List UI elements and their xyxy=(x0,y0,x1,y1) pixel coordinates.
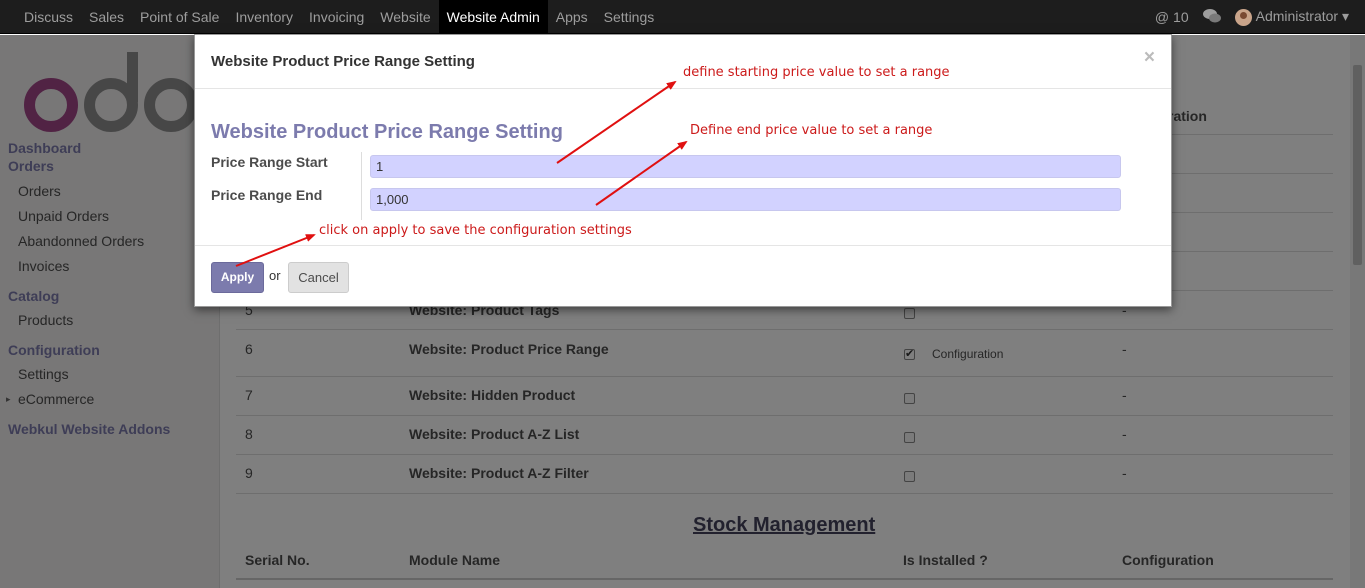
menu-apps[interactable]: Apps xyxy=(548,0,596,34)
menu-inventory[interactable]: Inventory xyxy=(227,0,301,34)
price-range-start-label: Price Range Start xyxy=(211,154,328,170)
annotation-apply-note: click on apply to save the configuration… xyxy=(319,223,632,238)
chat-icon[interactable] xyxy=(1202,8,1221,26)
menu-invoicing[interactable]: Invoicing xyxy=(301,0,372,34)
menu-website[interactable]: Website xyxy=(372,0,438,34)
user-menu[interactable]: Administrator ▾ xyxy=(1234,8,1349,26)
caret-down-icon: ▾ xyxy=(1341,8,1349,25)
cancel-button[interactable]: Cancel xyxy=(288,262,349,293)
annotation-start-note: define starting price value to set a ran… xyxy=(683,65,950,80)
notifications-count: 10 xyxy=(1173,9,1189,25)
main-menu: Discuss Sales Point of Sale Inventory In… xyxy=(16,0,662,34)
annotation-end-note: Define end price value to set a range xyxy=(690,123,933,138)
notifications-button[interactable]: @ 10 xyxy=(1155,9,1189,25)
form-divider xyxy=(361,152,362,220)
apply-button[interactable]: Apply xyxy=(211,262,264,293)
or-text: or xyxy=(269,268,281,283)
topbar-right: @ 10 Administrator ▾ xyxy=(1155,0,1349,34)
form-title: Website Product Price Range Setting xyxy=(211,121,563,143)
price-range-end-label: Price Range End xyxy=(211,187,323,203)
menu-settings[interactable]: Settings xyxy=(596,0,663,34)
modal-title: Website Product Price Range Setting xyxy=(211,53,475,70)
at-icon: @ xyxy=(1154,9,1170,25)
menu-point-of-sale[interactable]: Point of Sale xyxy=(132,0,227,34)
top-navbar: Discuss Sales Point of Sale Inventory In… xyxy=(0,0,1365,34)
price-range-start-input[interactable]: 1 xyxy=(370,155,1121,178)
user-name: Administrator xyxy=(1255,8,1339,25)
close-icon[interactable]: × xyxy=(1144,47,1155,69)
price-range-end-input[interactable]: 1,000 xyxy=(370,188,1121,211)
menu-discuss[interactable]: Discuss xyxy=(16,0,81,34)
menu-website-admin[interactable]: Website Admin xyxy=(438,0,548,34)
modal-header: Website Product Price Range Setting × xyxy=(195,35,1171,89)
menu-sales[interactable]: Sales xyxy=(81,0,132,34)
avatar xyxy=(1234,8,1252,26)
modal-footer: Apply or Cancel xyxy=(195,245,1171,308)
